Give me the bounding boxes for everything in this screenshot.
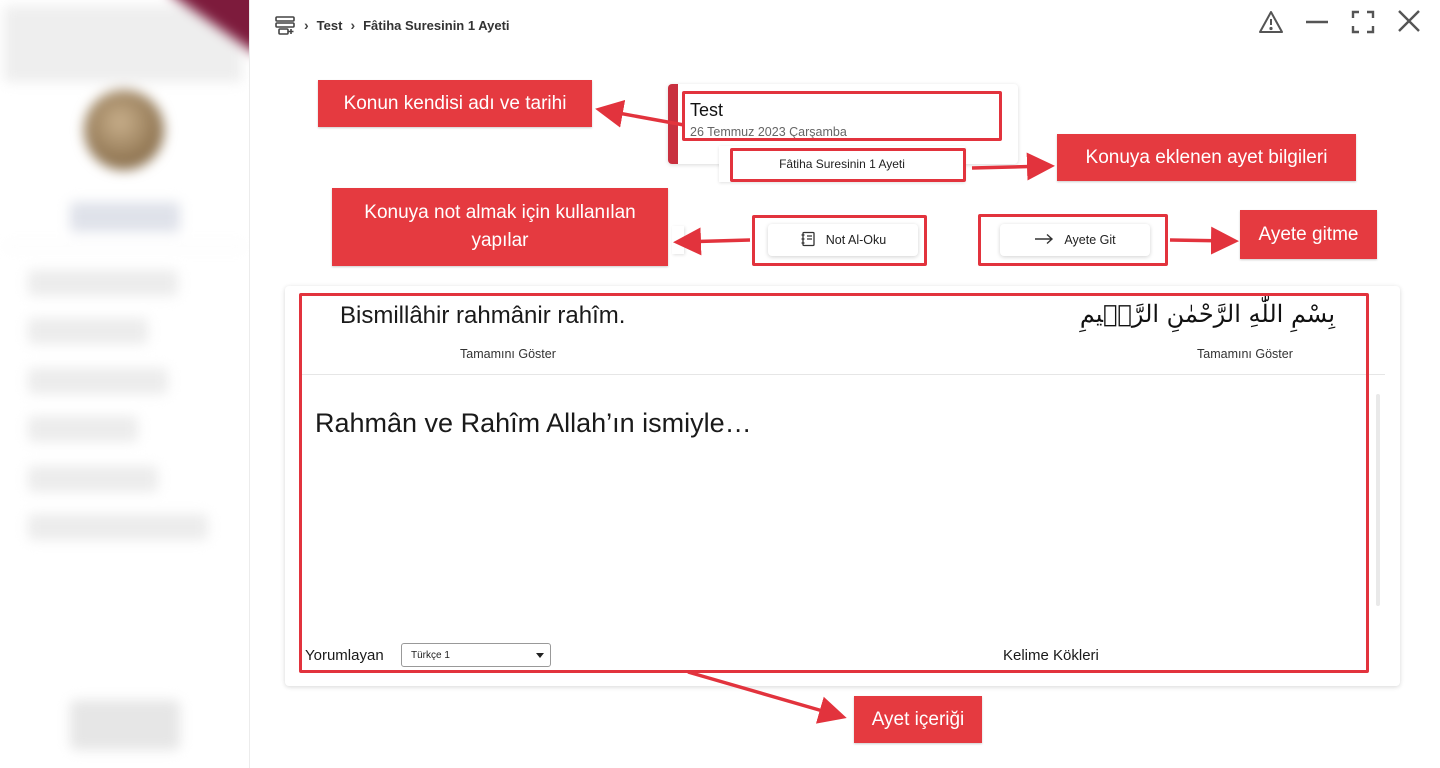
- sidebar-footer: [70, 700, 180, 750]
- arrow-note: [673, 227, 751, 256]
- note-button[interactable]: Not Al-Oku: [768, 224, 918, 256]
- warning-icon[interactable]: [1258, 8, 1284, 36]
- note-panel-edge: [672, 226, 684, 254]
- go-to-verse-button[interactable]: Ayete Git: [1000, 224, 1150, 256]
- sidebar-item[interactable]: [28, 416, 138, 442]
- topic-accent-bar: [668, 84, 678, 164]
- commentator-label: Yorumlayan: [305, 647, 384, 664]
- chevron-right-icon: ›: [304, 17, 309, 33]
- verse-content-card: Bismillâhir rahmânir rahîm. بِسْمِ اللّٰ…: [285, 286, 1400, 686]
- user-name-bar: [70, 202, 180, 232]
- sidebar-item[interactable]: [28, 466, 158, 492]
- verse-divider: [300, 374, 1385, 375]
- topic-title: Test: [690, 100, 724, 120]
- window-controls: [1258, 8, 1422, 36]
- chevron-right-icon: ›: [350, 17, 356, 33]
- annotation-go-to-verse: Ayete gitme: [1240, 210, 1377, 259]
- breadcrumb-item-test[interactable]: Test: [317, 18, 343, 33]
- go-to-verse-label: Ayete Git: [1064, 233, 1116, 247]
- breadcrumb-item-verse[interactable]: Fâtiha Suresinin 1 Ayeti: [363, 18, 509, 33]
- fullscreen-icon[interactable]: [1350, 8, 1376, 36]
- annotation-note-tools: Konuya not almak için kullanılan yapılar: [332, 188, 668, 266]
- verse-transliteration: Bismillâhir rahmânir rahîm.: [340, 302, 626, 329]
- show-all-transliteration-link[interactable]: Tamamını Göster: [460, 347, 556, 361]
- word-roots-link[interactable]: Kelime Kökleri: [1003, 647, 1099, 664]
- arrow-verse-info: [971, 152, 1055, 181]
- topic-date: 26 Temmuz 2023 Çarşamba: [690, 125, 847, 139]
- verse-arabic-text: بِسْمِ اللّٰهِ الرَّحْمٰنِ الرَّح۪يمِ: [1079, 300, 1335, 328]
- minimize-icon[interactable]: [1304, 8, 1330, 36]
- commentator-select[interactable]: Türkçe 1: [401, 643, 551, 667]
- sidebar-item[interactable]: [28, 318, 148, 344]
- sidebar-item[interactable]: [28, 270, 178, 296]
- sidebar-item[interactable]: [28, 514, 208, 540]
- sidebar-divider: [5, 246, 245, 247]
- notebook-icon: [800, 231, 816, 250]
- verse-meaning: Rahmân ve Rahîm Allah’ın ismiyle…: [315, 408, 752, 438]
- commentator-select-value: Türkçe 1: [411, 649, 450, 661]
- arrow-goto: [1169, 226, 1239, 255]
- close-icon[interactable]: [1396, 8, 1422, 36]
- breadcrumb: › Test › Fâtiha Suresinin 1 Ayeti: [274, 12, 510, 38]
- avatar[interactable]: [84, 90, 164, 170]
- sidebar-item[interactable]: [28, 368, 168, 394]
- sidebar-blurred-content: [0, 0, 249, 768]
- topics-icon[interactable]: [274, 14, 296, 36]
- note-button-label: Not Al-Oku: [825, 233, 887, 247]
- annotation-topic-name-date: Konun kendisi adı ve tarihi: [318, 80, 592, 127]
- verse-tag[interactable]: Fâtiha Suresinin 1 Ayeti: [719, 146, 965, 182]
- sidebar: [0, 0, 250, 768]
- arrow-right-icon: [1034, 233, 1054, 248]
- meaning-scrollbar[interactable]: [1376, 394, 1380, 606]
- chevron-down-icon: [536, 653, 544, 658]
- annotation-verse-info: Konuya eklenen ayet bilgileri: [1057, 134, 1356, 181]
- show-all-arabic-link[interactable]: Tamamını Göster: [1197, 347, 1293, 361]
- annotation-verse-content: Ayet içeriği: [854, 696, 982, 743]
